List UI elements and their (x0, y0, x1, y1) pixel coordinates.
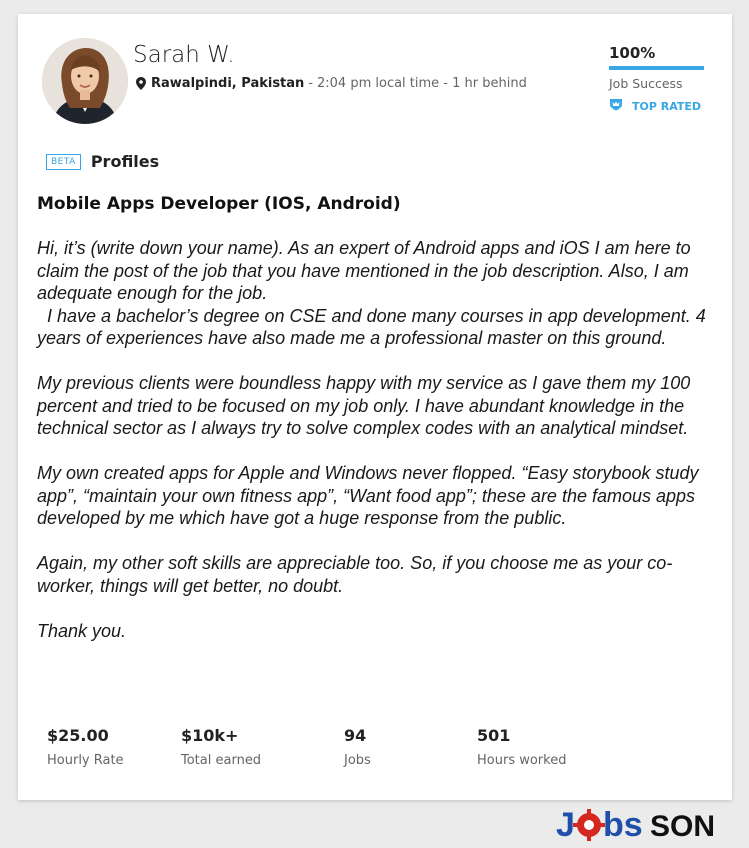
job-success-bar (609, 66, 704, 70)
beta-badge: BETA (46, 153, 81, 170)
logo-letter-j: J (556, 806, 575, 843)
job-success-label: Job Success (609, 76, 683, 91)
location-city: Rawalpindi, Pakistan (151, 76, 305, 91)
paragraph: Thank you. (37, 620, 127, 641)
stat-total-earned: $10k+ Total earned (181, 726, 261, 768)
map-pin-icon (136, 77, 146, 90)
cover-letter: Hi, it’s (write down your name). As an e… (37, 237, 721, 665)
job-success-value: 100% (609, 44, 656, 62)
location-separator: - (308, 76, 313, 91)
logo-letters-bs: bs (603, 806, 643, 843)
paragraph: Again, my other soft skills are apprecia… (37, 553, 673, 596)
local-time: 2:04 pm local time - 1 hr behind (317, 76, 527, 91)
paragraph: My previous clients were boundless happy… (37, 373, 696, 438)
jobsson-logo-graphic: J bs SON (556, 806, 715, 844)
avatar-photo (42, 38, 128, 124)
profiles-heading[interactable]: Profiles (91, 152, 159, 171)
profiles-section-header: BETA Profiles (46, 152, 159, 171)
logo-letters-son: SON (650, 810, 715, 843)
job-success-bar-fill (609, 66, 704, 70)
stat-value: $25.00 (47, 726, 109, 745)
avatar[interactable] (42, 38, 128, 124)
job-title: Mobile Apps Developer (IOS, Android) (37, 194, 401, 214)
crown-shield-icon (609, 97, 623, 116)
stat-jobs: 94 Jobs (344, 726, 371, 768)
stat-label: Hours worked (477, 753, 567, 768)
freelancer-name[interactable]: Sarah W. (133, 42, 235, 68)
top-rated-badge[interactable]: TOP RATED (609, 97, 709, 116)
stat-label: Total earned (181, 753, 262, 768)
paragraph: My own created apps for Apple and Window… (37, 463, 704, 528)
stat-value: $10k+ (181, 726, 239, 745)
job-success-panel: 100% Job Success TOP RATED (609, 44, 709, 116)
jobsson-logo: J bs SON (550, 805, 740, 844)
stat-hours-worked: 501 Hours worked (477, 726, 566, 768)
paragraph: Hi, it’s (write down your name). As an e… (37, 238, 706, 348)
stat-label: Jobs (344, 753, 371, 768)
stat-hourly-rate: $25.00 Hourly Rate (47, 726, 124, 768)
freelancer-profile-card: Sarah W. Rawalpindi, Pakistan - 2:04 pm … (18, 14, 732, 800)
stat-label: Hourly Rate (47, 753, 124, 768)
stat-value: 94 (344, 726, 367, 745)
top-rated-label: TOP RATED (632, 100, 702, 113)
stats-row: $25.00 Hourly Rate $10k+ Total earned 94… (47, 726, 707, 776)
stat-value: 501 (477, 726, 511, 745)
location-line: Rawalpindi, Pakistan - 2:04 pm local tim… (136, 76, 527, 91)
